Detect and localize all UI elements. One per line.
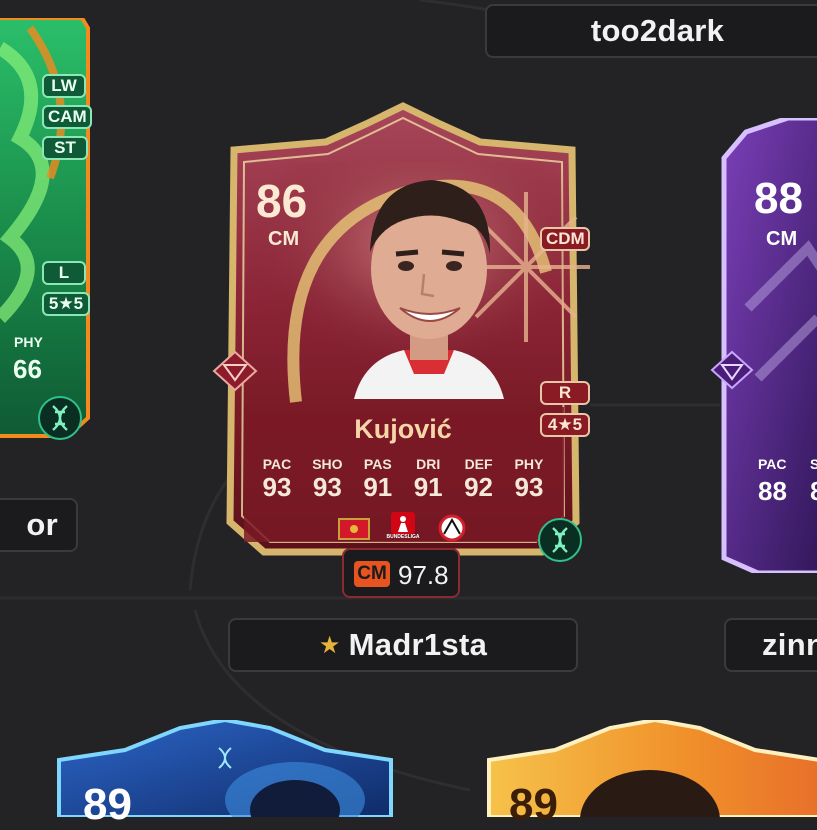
stat-value: 93: [262, 472, 292, 502]
stat-label: DEF: [464, 456, 493, 472]
montenegro-flag-icon: [338, 518, 370, 540]
dna-icon: [538, 518, 582, 562]
league-text: BUNDESLIGA: [386, 534, 420, 540]
gem-icon: [212, 350, 258, 392]
foot-chip: L: [42, 261, 86, 285]
stat-label: PHY: [14, 334, 43, 350]
card-position: CM: [268, 228, 300, 250]
stat-value: 92: [464, 472, 494, 502]
dna-icon: [218, 747, 232, 769]
stat-value: 93: [514, 472, 544, 502]
card-rating: 86: [256, 175, 308, 227]
badge-position: CM: [354, 561, 390, 587]
stat-dri: DRI 91: [403, 456, 453, 503]
player-card-main[interactable]: 86 CM CDM R 4★5 Kujović PAC 93 SHO 93 PA…: [216, 102, 590, 560]
stat-label: SHO: [312, 456, 343, 472]
stat-label: PAC: [758, 456, 787, 472]
card-stats: PAC 93 SHO 93 PAS 91 DRI 91 DEF 92 PHY 9…: [252, 456, 554, 503]
alt-position-chip: CDM: [540, 227, 590, 251]
player-name: or: [26, 507, 58, 542]
stat-value: 8: [810, 476, 817, 507]
player-nameplate-madr1sta[interactable]: ★ Madr1sta: [228, 618, 578, 672]
player-name: too2dark: [590, 13, 725, 48]
chem-rating-badge[interactable]: CM 97.8: [342, 548, 460, 598]
card-rating: 89: [509, 780, 558, 829]
stat-label: DRI: [416, 456, 441, 472]
position-chip: LW: [42, 74, 86, 98]
stat-phy: PHY 93: [504, 456, 554, 503]
stat-label: PAC: [262, 456, 292, 472]
stat-label: PAS: [363, 456, 392, 472]
player-card-left[interactable]: LW CAM ST L 5★5 PHY 66: [0, 18, 92, 448]
stat-value: 88: [758, 476, 787, 506]
position-chip: CAM: [42, 105, 92, 129]
stat-sho: SHO 93: [302, 456, 352, 503]
card-rating: 89: [83, 780, 132, 829]
club-crest-icon: [438, 514, 466, 542]
player-name: Madr1sta: [348, 627, 488, 662]
position-chip: ST: [42, 136, 88, 160]
dna-icon: [38, 396, 82, 440]
stat-value: 66: [13, 354, 42, 384]
stat-pas: PAS 91: [353, 456, 403, 503]
badge-value: 97.8: [398, 560, 449, 590]
bundesliga-logo-icon: BUNDESLIGA: [386, 512, 420, 540]
player-card-bottom-right[interactable]: 89: [485, 720, 817, 829]
player-name: zinn: [762, 627, 817, 662]
stat-value: 91: [363, 472, 393, 502]
stat-pac: PAC 93: [252, 456, 302, 503]
player-nameplate-too2dark[interactable]: too2dark: [485, 4, 817, 58]
player-nameplate-left[interactable]: or: [0, 498, 78, 552]
card-rating: 88: [754, 174, 803, 223]
player-card-bottom-left[interactable]: 89: [55, 720, 395, 829]
player-nameplate-right[interactable]: zinn: [724, 618, 817, 672]
card-position: CM: [766, 228, 798, 250]
skill-weak-chip: 5★5: [42, 292, 90, 316]
player-portrait: [354, 180, 504, 399]
stat-label: PHY: [514, 456, 544, 472]
foot-chip: R: [540, 381, 590, 405]
stat-label: S: [810, 456, 817, 472]
stat-def: DEF 92: [454, 456, 504, 503]
star-icon: ★: [318, 632, 341, 659]
gem-icon: [710, 350, 754, 390]
card-player-name: Kujović: [354, 414, 452, 444]
stat-value: 93: [312, 472, 342, 502]
player-card-right[interactable]: 88 CM PAC 88 S 8: [718, 118, 817, 573]
stat-value: 91: [413, 472, 443, 502]
